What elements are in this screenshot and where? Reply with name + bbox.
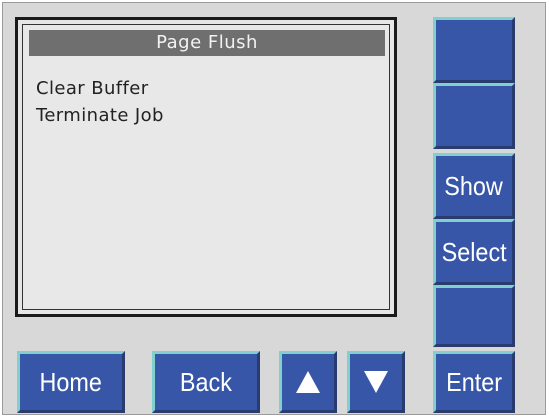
- menu-item-clear-buffer[interactable]: Clear Buffer: [36, 78, 149, 99]
- enter-button[interactable]: Enter: [433, 351, 515, 413]
- select-button[interactable]: Select: [433, 219, 515, 285]
- show-button-label: Show: [444, 170, 504, 201]
- lcd-screen: Page Flush Clear Buffer Terminate Job: [22, 24, 390, 310]
- up-button[interactable]: [279, 351, 337, 413]
- menu-item-terminate-job[interactable]: Terminate Job: [36, 105, 164, 126]
- side-button-2[interactable]: [433, 83, 515, 149]
- show-button[interactable]: Show: [433, 153, 515, 219]
- side-button-1[interactable]: [433, 17, 515, 83]
- home-button-label: Home: [39, 366, 103, 397]
- side-button-5[interactable]: [433, 285, 515, 347]
- home-button[interactable]: Home: [17, 351, 125, 413]
- down-button[interactable]: [347, 351, 405, 413]
- lcd-display: Page Flush Clear Buffer Terminate Job: [15, 17, 397, 317]
- enter-button-label: Enter: [446, 366, 502, 397]
- back-button[interactable]: Back: [152, 351, 260, 413]
- up-arrow-icon: [296, 371, 320, 393]
- select-button-label: Select: [441, 236, 507, 267]
- control-panel: Page Flush Clear Buffer Terminate Job Sh…: [2, 2, 546, 415]
- screen-title: Page Flush: [29, 30, 385, 56]
- back-button-label: Back: [179, 366, 233, 397]
- down-arrow-icon: [364, 371, 388, 393]
